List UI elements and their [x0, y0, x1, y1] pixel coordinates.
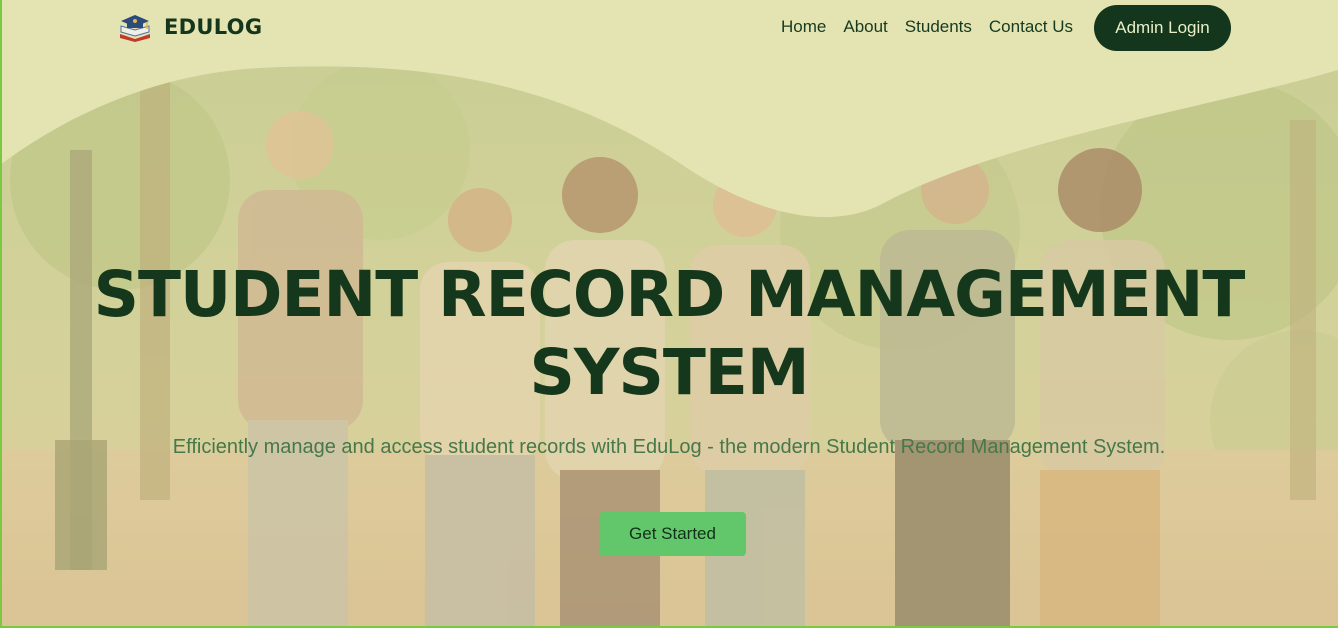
- navbar: EDULOG Home About Students Contact Us Ad…: [0, 0, 1338, 56]
- nav-link-about[interactable]: About: [843, 17, 887, 37]
- nav-link-students[interactable]: Students: [905, 17, 972, 37]
- admin-login-button[interactable]: Admin Login: [1094, 5, 1231, 51]
- get-started-button[interactable]: Get Started: [599, 512, 746, 556]
- nav-links: Home About Students Contact Us: [781, 17, 1073, 37]
- hero-title: STUDENT RECORD MANAGEMENT SYSTEM: [0, 256, 1338, 412]
- hero-title-line2: SYSTEM: [529, 336, 809, 409]
- hero-subtitle: Efficiently manage and access student re…: [172, 436, 1166, 458]
- nav-link-contact-us[interactable]: Contact Us: [989, 17, 1073, 37]
- brand-logo[interactable]: EDULOG: [118, 12, 262, 42]
- hero-title-line1: STUDENT RECORD MANAGEMENT: [93, 258, 1246, 331]
- brand-name: EDULOG: [164, 15, 263, 39]
- book-graduation-icon: [120, 15, 150, 42]
- nav-link-home[interactable]: Home: [781, 17, 826, 37]
